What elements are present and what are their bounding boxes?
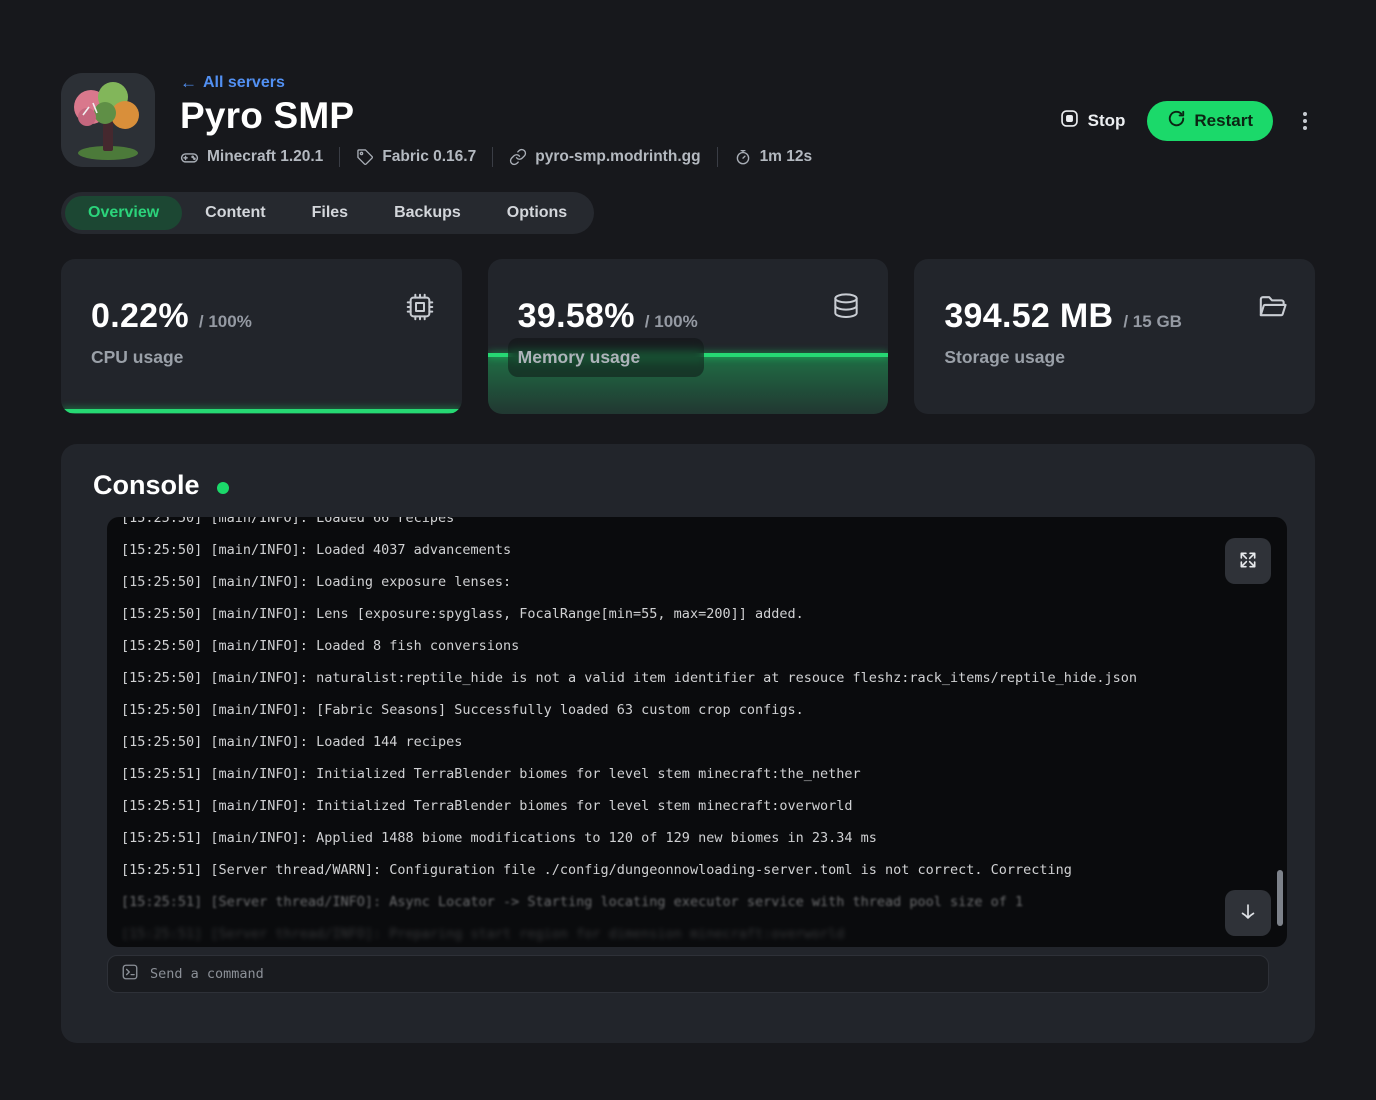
more-options-button[interactable] <box>1295 106 1315 136</box>
console-card: Console [15:25:50] [main/INFO]: Loaded 6… <box>61 444 1315 1043</box>
header-actions: Stop Restart <box>1059 101 1315 141</box>
page-title: Pyro SMP <box>180 95 1059 137</box>
log-line: [15:25:51] [main/INFO]: Initialized Terr… <box>121 758 1273 790</box>
cpu-usage-card: 0.22% / 100% CPU usage <box>61 259 462 414</box>
console-output[interactable]: [15:25:50] [main/INFO]: Loaded 66 recipe… <box>107 517 1287 947</box>
folder-icon <box>1256 291 1289 329</box>
stop-icon <box>1059 108 1080 134</box>
memory-usage-value: 39.58% <box>518 297 635 336</box>
server-avatar <box>61 73 155 167</box>
meta-separator <box>339 147 340 167</box>
server-meta-row: Minecraft 1.20.1 Fabric 0.16.7 <box>180 147 1059 167</box>
console-title: Console <box>93 470 200 501</box>
storage-usage-card: 394.52 MB / 15 GB Storage usage <box>914 259 1315 414</box>
arrow-down-icon <box>1237 901 1259 926</box>
meta-domain-label[interactable]: pyro-smp.modrinth.gg <box>535 148 700 166</box>
log-line: [15:25:51] [Server thread/INFO]: Async L… <box>121 886 1273 918</box>
all-servers-link[interactable]: ← All servers <box>180 73 285 93</box>
page-content: ← All servers Pyro SMP Minecraft 1.20.1 <box>61 0 1315 1043</box>
log-line: [15:25:50] [main/INFO]: Loading exposure… <box>121 566 1273 598</box>
storage-usage-label: Storage usage <box>944 347 1065 367</box>
tab-overview[interactable]: Overview <box>65 196 182 230</box>
command-input-row <box>107 955 1269 993</box>
tab-bar: Overview Content Files Backups Options <box>61 192 594 234</box>
meta-game-label: Minecraft 1.20.1 <box>207 148 323 166</box>
restart-icon <box>1167 109 1186 133</box>
restart-button[interactable]: Restart <box>1147 101 1273 141</box>
terminal-icon <box>121 963 139 986</box>
all-servers-label: All servers <box>203 74 285 92</box>
console-log-lines: [15:25:50] [main/INFO]: Loaded 66 recipe… <box>107 517 1287 947</box>
log-line: [15:25:51] [main/INFO]: Initialized Terr… <box>121 790 1273 822</box>
server-online-status-dot <box>217 482 229 494</box>
link-icon <box>509 148 527 166</box>
log-line: [15:25:50] [main/INFO]: [Fabric Seasons]… <box>121 694 1273 726</box>
meta-loader-label: Fabric 0.16.7 <box>382 148 476 166</box>
meta-loader: Fabric 0.16.7 <box>356 148 476 166</box>
stopwatch-icon <box>734 148 752 166</box>
storage-usage-max: / 15 GB <box>1123 312 1182 332</box>
restart-button-label: Restart <box>1194 111 1253 131</box>
tag-icon <box>356 148 374 166</box>
tab-options[interactable]: Options <box>484 196 590 230</box>
cpu-usage-fill-bar <box>61 409 462 414</box>
expand-icon <box>1238 550 1258 573</box>
cpu-usage-value: 0.22% <box>91 297 189 336</box>
meta-uptime: 1m 12s <box>734 148 813 166</box>
memory-usage-max: / 100% <box>645 312 698 332</box>
meta-domain: pyro-smp.modrinth.gg <box>509 148 700 166</box>
server-header: ← All servers Pyro SMP Minecraft 1.20.1 <box>61 73 1315 167</box>
meta-game-version: Minecraft 1.20.1 <box>180 148 323 167</box>
log-line: [15:25:50] [main/INFO]: Lens [exposure:s… <box>121 598 1273 630</box>
memory-usage-label-pill: Memory usage <box>508 338 705 377</box>
log-line: [15:25:50] [main/INFO]: Loaded 4037 adva… <box>121 534 1273 566</box>
console-scrollbar[interactable] <box>1277 870 1283 926</box>
log-line: [15:25:51] [Server thread/INFO]: Prepari… <box>121 918 1273 947</box>
tab-files[interactable]: Files <box>289 196 371 230</box>
memory-usage-card: 39.58% / 100% Memory usage <box>488 259 889 414</box>
meta-separator <box>492 147 493 167</box>
stop-button[interactable]: Stop <box>1059 108 1126 134</box>
meta-separator <box>717 147 718 167</box>
storage-usage-value: 394.52 MB <box>944 297 1113 336</box>
gamepad-icon <box>180 148 199 167</box>
log-line: [15:25:50] [main/INFO]: Loaded 8 fish co… <box>121 630 1273 662</box>
log-line: [15:25:50] [main/INFO]: Loaded 66 recipe… <box>121 517 1273 534</box>
kebab-icon <box>1303 112 1307 116</box>
log-line: [15:25:50] [main/INFO]: Loaded 144 recip… <box>121 726 1273 758</box>
log-line: [15:25:51] [Server thread/WARN]: Configu… <box>121 854 1273 886</box>
log-line: [15:25:50] [main/INFO]: naturalist:repti… <box>121 662 1273 694</box>
command-input[interactable] <box>150 966 1255 982</box>
cpu-usage-label: CPU usage <box>91 347 183 367</box>
meta-uptime-label: 1m 12s <box>760 148 813 166</box>
tab-backups[interactable]: Backups <box>371 196 484 230</box>
server-info: ← All servers Pyro SMP Minecraft 1.20.1 <box>180 73 1059 167</box>
back-arrow-icon: ← <box>180 73 197 93</box>
server-tree-image <box>61 73 155 167</box>
stats-row: 0.22% / 100% CPU usage 39.58% / 100% Mem… <box>61 259 1315 414</box>
tab-content[interactable]: Content <box>182 196 288 230</box>
scroll-to-bottom-button[interactable] <box>1225 890 1271 936</box>
cpu-icon <box>404 291 436 328</box>
cpu-usage-max: / 100% <box>199 312 252 332</box>
stop-button-label: Stop <box>1088 111 1126 131</box>
log-line: [15:25:51] [main/INFO]: Applied 1488 bio… <box>121 822 1273 854</box>
fullscreen-console-button[interactable] <box>1225 538 1271 584</box>
database-icon <box>830 291 862 328</box>
memory-usage-label: Memory usage <box>518 347 641 367</box>
